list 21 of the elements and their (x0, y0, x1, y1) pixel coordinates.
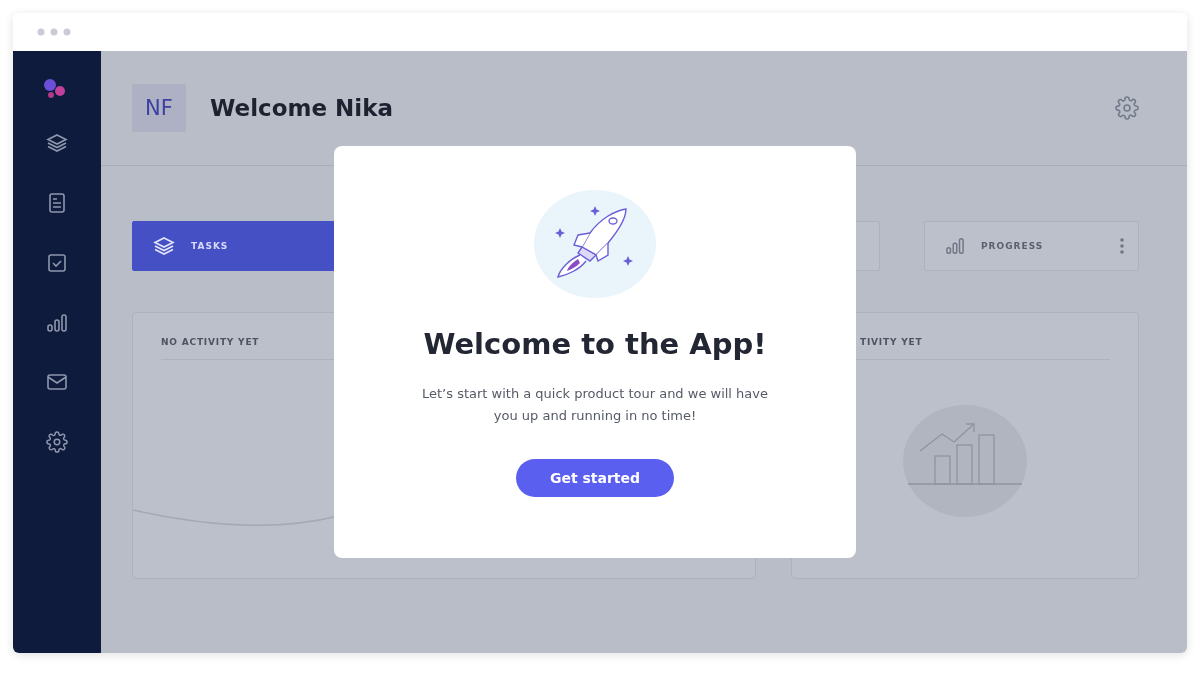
stat-card[interactable]: PROGRESS (924, 221, 1139, 271)
page-title: Welcome Nika (210, 95, 394, 121)
more-icon[interactable] (1120, 238, 1124, 254)
layers-icon (153, 236, 175, 256)
document-icon[interactable] (48, 193, 66, 213)
card-label: TASKS (191, 241, 230, 251)
panel-title: TIVITY YET (860, 337, 923, 347)
layers-icon[interactable] (46, 133, 68, 153)
bar-chart-icon (945, 237, 965, 255)
logo-icon (43, 79, 67, 99)
dialog-text: Let’s start with a quick product tour and we will have you up and running in no time! (421, 385, 769, 425)
checkbox-icon[interactable] (47, 253, 67, 273)
settings-icon[interactable] (46, 431, 68, 453)
get-started-button[interactable]: Get started (516, 459, 674, 497)
dialog-title: Welcome to the App! (423, 327, 767, 361)
card-label: PROGRESS (981, 241, 1045, 251)
mail-icon[interactable] (46, 373, 68, 391)
avatar: NF (132, 84, 186, 132)
window-dots-icon (37, 28, 73, 36)
panel-title: NO ACTIVITY YET (161, 337, 260, 347)
bar-chart-icon[interactable] (46, 313, 68, 333)
